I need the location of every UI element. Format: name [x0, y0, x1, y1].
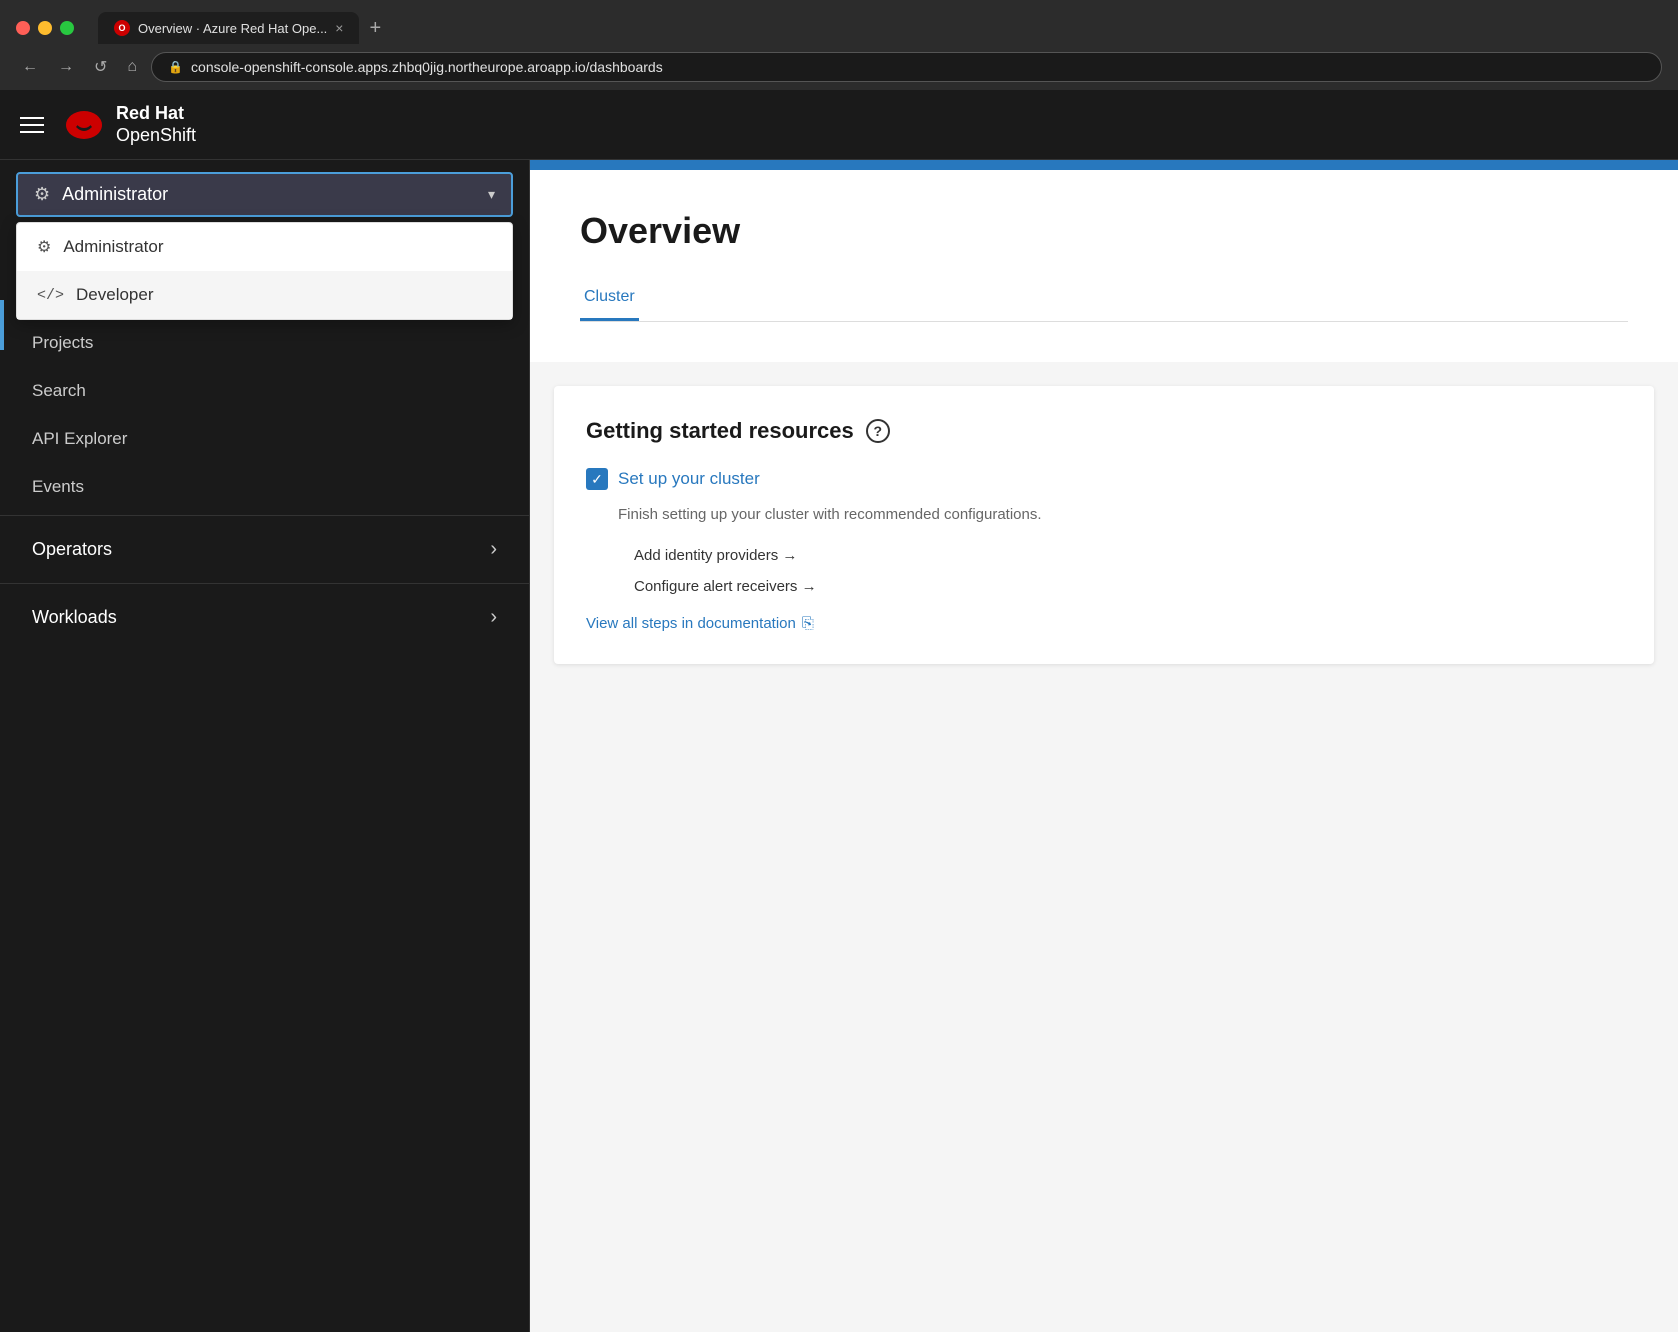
sidebar-item-events[interactable]: Events — [0, 463, 529, 511]
sidebar-item-search[interactable]: Search — [0, 367, 529, 415]
window-controls — [16, 21, 74, 35]
docs-link-text: View all steps in documentation — [586, 615, 796, 632]
tab-title: Overview · Azure Red Hat Ope... — [138, 21, 327, 36]
gear-icon: ⚙ — [34, 184, 50, 205]
sidebar: ⚙ Administrator ▾ ⚙ Administrator </> De… — [0, 160, 530, 1332]
redhat-logo — [64, 109, 104, 141]
logo-area: Red Hat OpenShift — [64, 103, 196, 146]
home-button[interactable]: ⌂ — [121, 54, 143, 80]
wc-maximize[interactable] — [60, 21, 74, 35]
page-title: Overview — [580, 210, 1628, 252]
card-title: Getting started resources ? — [586, 418, 1622, 444]
hamburger-menu[interactable] — [20, 117, 44, 133]
tabs-bar: Cluster — [580, 276, 1628, 322]
address-url: console-openshift-console.apps.zhbq0jig.… — [191, 59, 663, 75]
getting-started-card: Getting started resources ? ✓ Set up you… — [554, 386, 1654, 664]
forward-button[interactable]: → — [52, 54, 80, 80]
reload-button[interactable]: ↺ — [88, 53, 113, 81]
main-header-bar — [530, 160, 1678, 170]
wc-minimize[interactable] — [38, 21, 52, 35]
sidebar-divider-2 — [0, 583, 529, 584]
app-header: Red Hat OpenShift — [0, 90, 1678, 160]
setup-description: Finish setting up your cluster with reco… — [618, 506, 1622, 523]
perspective-switcher[interactable]: ⚙ Administrator ▾ — [16, 172, 513, 217]
operators-label: Operators — [32, 539, 112, 560]
dropdown-item-administrator[interactable]: ⚙ Administrator — [17, 223, 512, 271]
chevron-down-icon: ▾ — [488, 186, 495, 203]
sidebar-section-workloads[interactable]: Workloads › — [0, 588, 529, 647]
lock-icon: 🔒 — [168, 60, 183, 74]
code-icon: </> — [37, 287, 64, 304]
main-content: Overview Cluster Getting started resourc… — [530, 160, 1678, 1332]
dropdown-admin-label: Administrator — [63, 237, 163, 257]
help-icon[interactable]: ? — [866, 419, 890, 443]
admin-gear-icon: ⚙ — [37, 237, 51, 257]
setup-cluster-label[interactable]: Set up your cluster — [618, 469, 760, 489]
sidebar-nav: Projects Search API Explorer Events — [0, 319, 529, 511]
logo-openshift: OpenShift — [116, 125, 196, 147]
wc-close[interactable] — [16, 21, 30, 35]
external-link-icon: ⎘ — [802, 615, 814, 632]
tab-cluster[interactable]: Cluster — [580, 276, 639, 321]
perspective-dropdown: ⚙ Administrator </> Developer — [16, 222, 513, 320]
sidebar-divider-1 — [0, 515, 529, 516]
workloads-label: Workloads — [32, 607, 117, 628]
card-title-text: Getting started resources — [586, 418, 854, 444]
logo-redhat: Red Hat — [116, 103, 196, 125]
dropdown-item-developer[interactable]: </> Developer — [17, 271, 512, 319]
view-docs-link[interactable]: View all steps in documentation ⎘ — [586, 615, 1622, 632]
active-tab[interactable]: O Overview · Azure Red Hat Ope... × — [98, 12, 359, 44]
sidebar-accent — [0, 300, 4, 350]
new-tab-button[interactable]: + — [361, 13, 389, 44]
sidebar-item-projects[interactable]: Projects — [0, 319, 529, 367]
logo-text: Red Hat OpenShift — [116, 103, 196, 146]
back-button[interactable]: ← — [16, 54, 44, 80]
sidebar-section-operators[interactable]: Operators › — [0, 520, 529, 579]
address-bar[interactable]: 🔒 console-openshift-console.apps.zhbq0ji… — [151, 52, 1662, 82]
dropdown-developer-label: Developer — [76, 285, 154, 305]
workloads-chevron-icon: › — [490, 606, 497, 629]
content-section: Getting started resources ? ✓ Set up you… — [530, 362, 1678, 1332]
tab-favicon: O — [114, 20, 130, 36]
operators-chevron-icon: › — [490, 538, 497, 561]
perspective-label: Administrator — [62, 184, 168, 205]
configure-alerts-link[interactable]: Configure alert receivers → — [634, 578, 1622, 595]
browser-window: O Overview · Azure Red Hat Ope... × + ← … — [0, 0, 1678, 1332]
setup-cluster-row: ✓ Set up your cluster — [586, 468, 1622, 490]
sidebar-item-api-explorer[interactable]: API Explorer — [0, 415, 529, 463]
add-identity-link[interactable]: Add identity providers → — [634, 547, 1622, 564]
checkbox-checked-icon: ✓ — [586, 468, 608, 490]
tab-close-button[interactable]: × — [335, 20, 343, 36]
